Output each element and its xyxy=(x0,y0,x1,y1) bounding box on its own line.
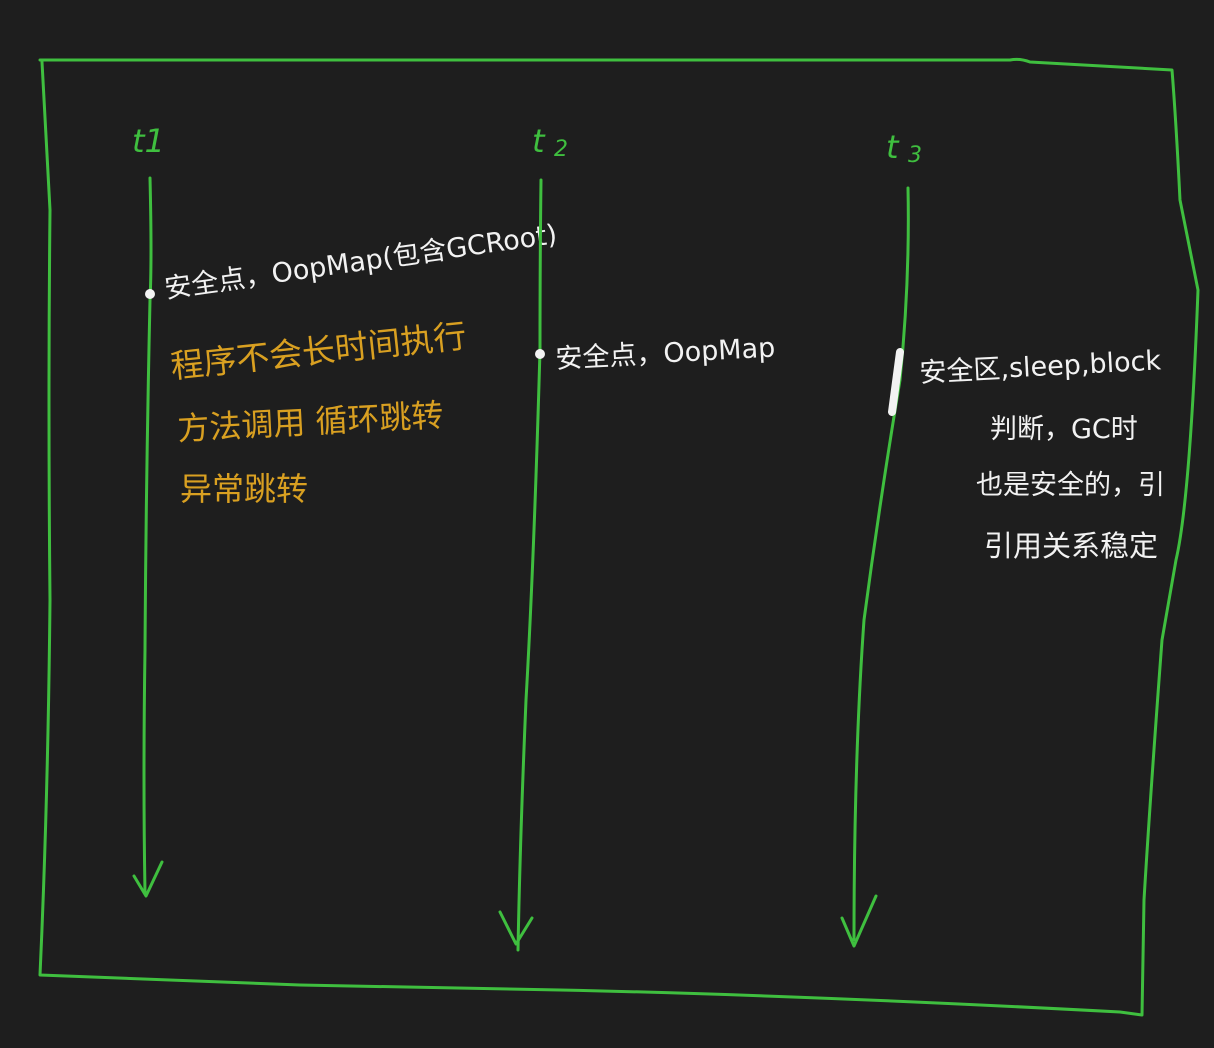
timeline-t1-arrowhead xyxy=(132,860,164,898)
safepoint-t2-marker xyxy=(535,349,545,359)
timeline-t2-arrowhead xyxy=(498,910,534,946)
timeline-t1-label: t1 xyxy=(132,122,165,160)
timeline-t1: t1 安全点，OopMap(包含GCRoot) xyxy=(132,122,559,898)
timeline-t2-subscript: 2 xyxy=(554,137,568,162)
timeline-t3-arrowhead xyxy=(840,894,878,948)
safe-region-t3-note-3: 也是安全的，引 xyxy=(976,470,1165,501)
safepoint-t2-note: 安全点，OopMap xyxy=(555,333,776,375)
orange-note-line-2: 方法调用 循环跳转 xyxy=(176,396,444,448)
diagram-canvas: t1 安全点，OopMap(包含GCRoot) 程序不会长时间执行 方法调用 循… xyxy=(38,57,1200,1017)
timeline-t2-line xyxy=(516,178,543,952)
timeline-t3-line xyxy=(852,186,910,942)
safe-region-t3-note-4: 引用关系稳定 xyxy=(984,529,1158,563)
timeline-t2-label: t xyxy=(532,122,546,160)
t1-orange-annotation: 程序不会长时间执行 方法调用 循环跳转 异常跳转 xyxy=(169,316,468,508)
timeline-t2: t 2 安全点，OopMap xyxy=(498,122,776,952)
orange-note-line-1: 程序不会长时间执行 xyxy=(169,316,468,386)
safe-region-t3-note-2: 判断，GC时 xyxy=(990,414,1138,445)
safepoint-t1-marker xyxy=(145,289,155,299)
timeline-t3-label: t xyxy=(886,128,900,166)
safe-region-t3-marker xyxy=(888,348,904,416)
timeline-t3-subscript: 3 xyxy=(908,143,922,168)
timeline-t1-line xyxy=(142,176,153,894)
timeline-t3: t 3 安全区,sleep,block 判断，GC时 也是安全的，引 引用关系稳… xyxy=(840,128,1165,948)
orange-note-line-3: 异常跳转 xyxy=(180,470,308,508)
safepoint-t1-note: 安全点，OopMap(包含GCRoot) xyxy=(163,219,559,305)
safe-region-t3-note: 安全区,sleep,block xyxy=(919,345,1162,389)
